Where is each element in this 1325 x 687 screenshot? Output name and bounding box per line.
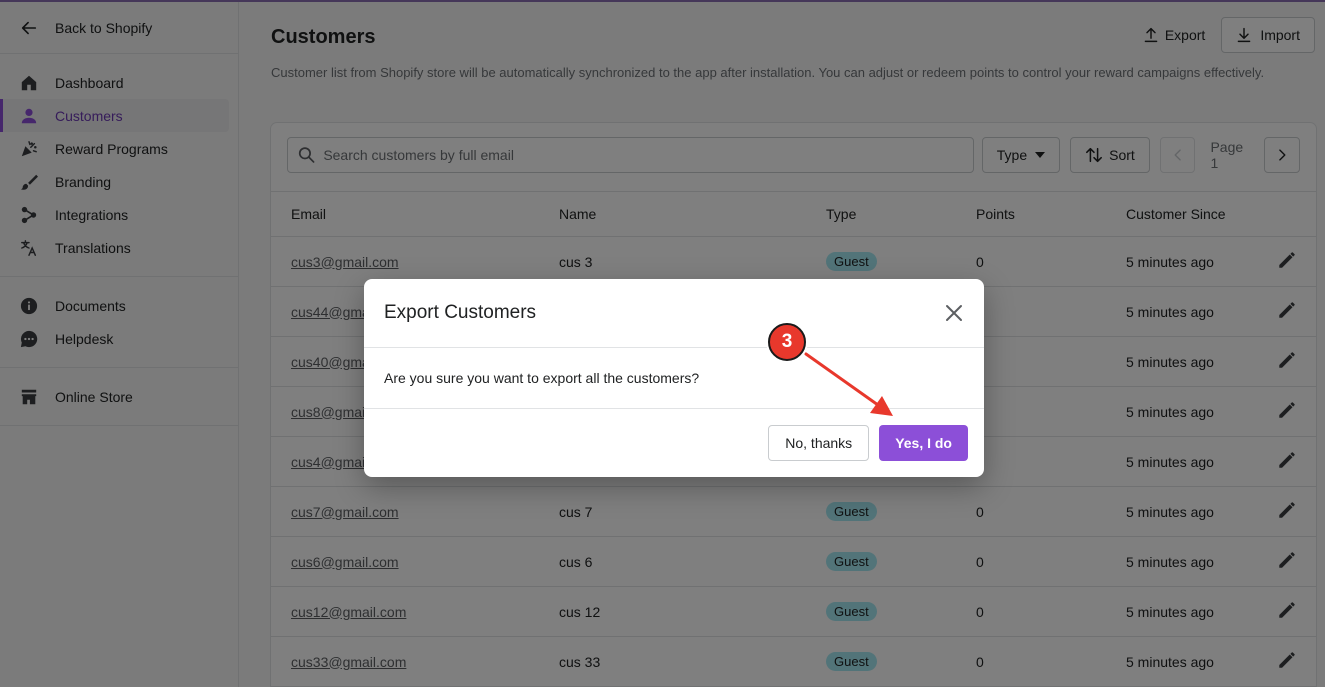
step-number-badge: 3 — [766, 321, 808, 363]
modal-title: Export Customers — [384, 302, 537, 323]
modal-footer: No, thanks Yes, I do — [364, 409, 984, 477]
yes-i-do-button[interactable]: Yes, I do — [879, 425, 968, 461]
modal-body: Are you sure you want to export all the … — [364, 348, 984, 409]
close-icon[interactable] — [944, 303, 964, 323]
modal-header: Export Customers — [364, 279, 984, 348]
no-thanks-button[interactable]: No, thanks — [768, 425, 870, 461]
step-number: 3 — [768, 323, 806, 361]
export-customers-modal: Export Customers Are you sure you want t… — [364, 279, 984, 477]
